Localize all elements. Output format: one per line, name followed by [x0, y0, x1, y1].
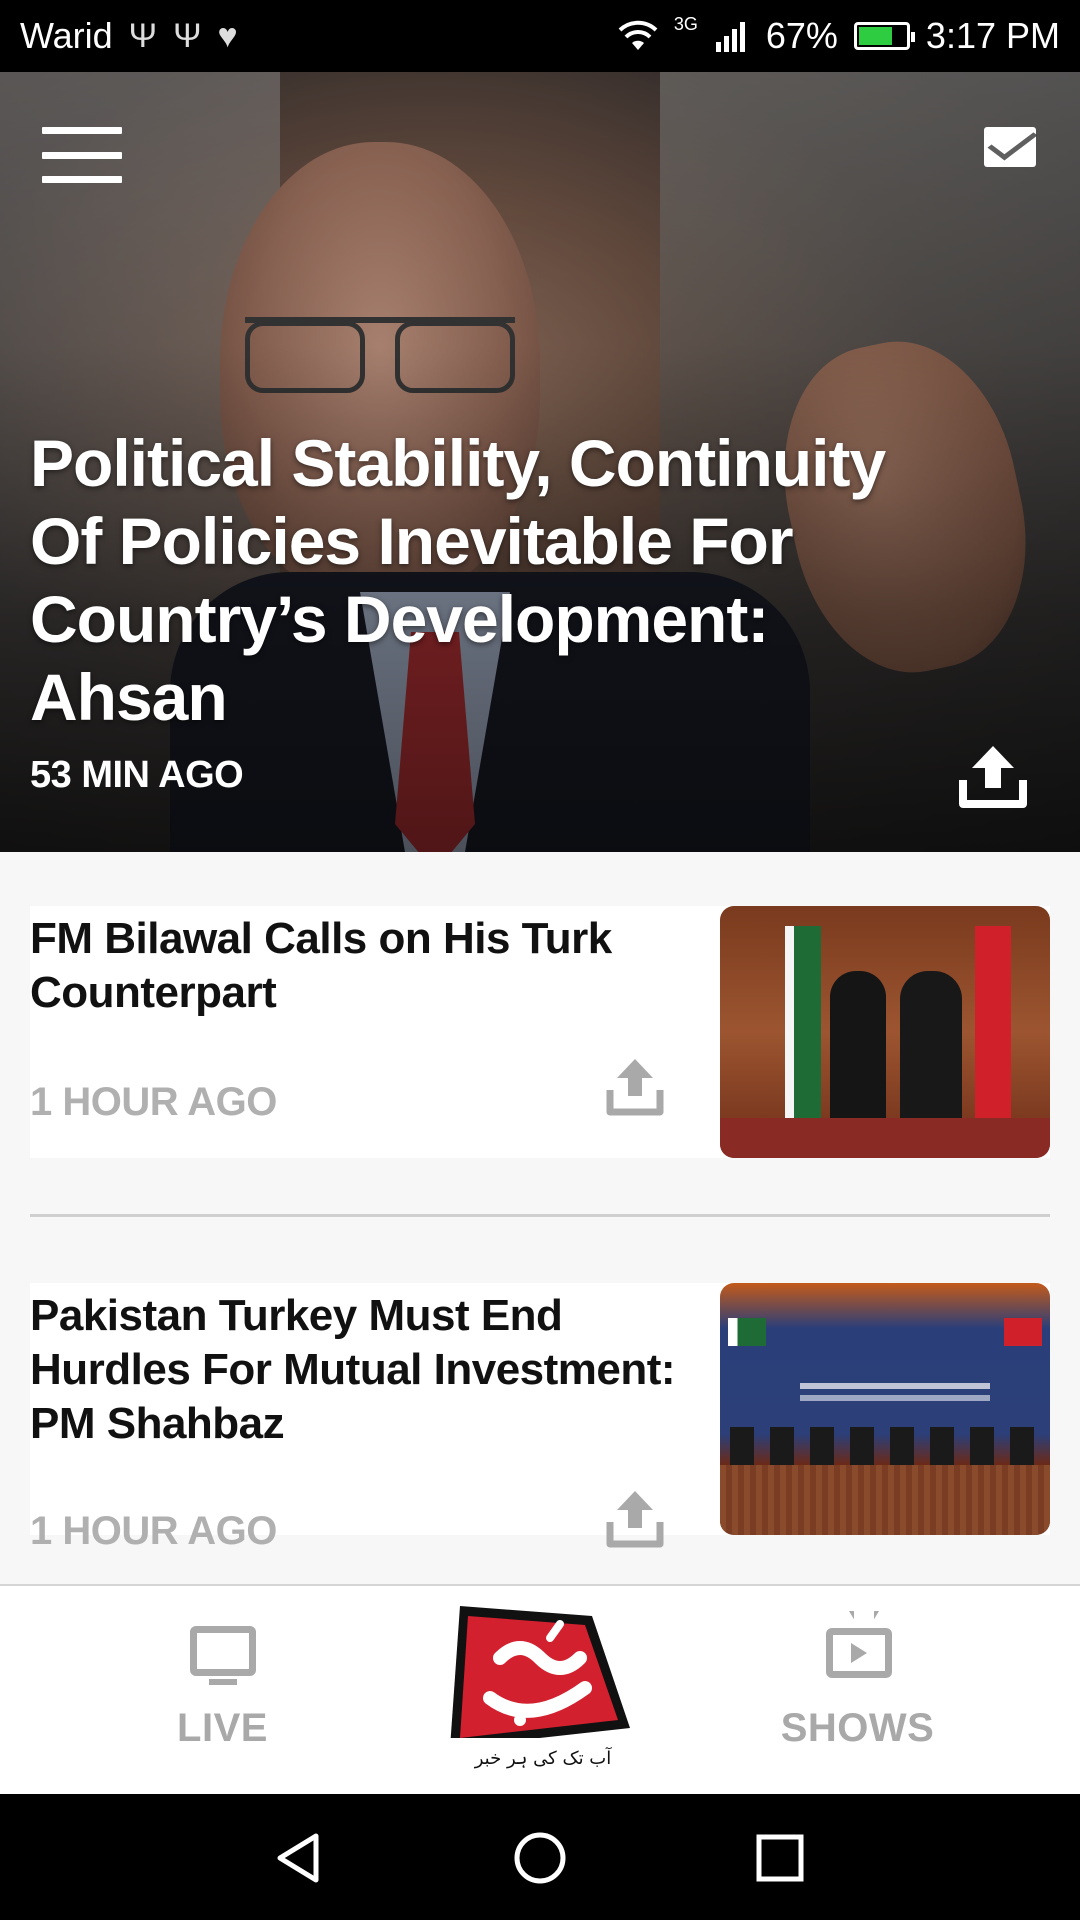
signal-icon [715, 22, 745, 52]
thumbnail-image[interactable] [720, 1283, 1050, 1535]
thumbnail-image[interactable] [720, 906, 1050, 1158]
carrier-name: Warid [20, 15, 113, 56]
pakistan-flag [785, 926, 821, 1126]
logo-tagline: آب تک کی ہر خبر [474, 1748, 612, 1769]
logo-emblem [420, 1606, 660, 1758]
abbtakk-logo[interactable]: آب تک کی ہر خبر [420, 1598, 660, 1778]
back-icon[interactable] [272, 1830, 328, 1886]
status-bar: Warid Ψ Ψ ♥ 3G 67% 3:17 PM [0, 0, 1080, 72]
mail-icon[interactable] [984, 127, 1036, 167]
share-upload-icon[interactable] [605, 1488, 665, 1548]
shows-tv-icon [826, 1628, 892, 1678]
nav-label-live: LIVE [177, 1706, 268, 1750]
home-icon[interactable] [512, 1830, 568, 1886]
hero-headline[interactable]: Political Stability, Continuity Of Polic… [30, 424, 970, 736]
banner-text-lines [800, 1383, 990, 1389]
status-bar-right: 3G 67% 3:17 PM [618, 13, 1060, 57]
article-title[interactable]: FM Bilawal Calls on His Turk Counterpart [30, 912, 690, 1020]
turkey-flag [1004, 1318, 1042, 1346]
nav-live[interactable]: LIVE [150, 1586, 295, 1796]
usb-icon: Ψ [173, 16, 202, 55]
wifi-icon [618, 20, 658, 50]
battery-percent: 67% [765, 15, 838, 56]
recents-icon[interactable] [752, 1830, 808, 1886]
app-screen: Warid Ψ Ψ ♥ 3G 67% 3:17 PM Political Sta… [0, 0, 1080, 1920]
clock: 3:17 PM [925, 15, 1060, 56]
conference-table [720, 1465, 1050, 1535]
tv-icon [190, 1626, 256, 1685]
share-upload-icon[interactable] [958, 742, 1028, 808]
article-title[interactable]: Pakistan Turkey Must End Hurdles For Mut… [30, 1289, 690, 1451]
hero-article[interactable]: Political Stability, Continuity Of Polic… [0, 72, 1080, 852]
battery-icon [853, 22, 915, 50]
system-navigation-bar [0, 1794, 1080, 1920]
hamburger-menu-icon[interactable] [42, 127, 122, 183]
article-timestamp: 1 HOUR AGO [30, 1509, 277, 1553]
share-upload-icon[interactable] [605, 1056, 665, 1116]
divider [30, 1214, 1050, 1217]
turkey-flag [975, 926, 1011, 1126]
pakistan-flag [728, 1318, 766, 1346]
people-row [730, 1427, 1040, 1467]
network-type: 3G [673, 13, 698, 34]
list-item[interactable]: FM Bilawal Calls on His Turk Counterpart… [30, 906, 1050, 1158]
news-list: FM Bilawal Calls on His Turk Counterpart… [0, 852, 1080, 1584]
status-bar-left: Warid Ψ Ψ ♥ [20, 15, 238, 57]
list-item[interactable]: Pakistan Turkey Must End Hurdles For Mut… [30, 1283, 1050, 1553]
health-icon: ♥ [217, 16, 238, 55]
hero-timestamp: 53 MIN AGO [30, 754, 244, 796]
article-timestamp: 1 HOUR AGO [30, 1080, 277, 1124]
floor [720, 1118, 1050, 1158]
usb-icon: Ψ [128, 16, 158, 55]
nav-shows[interactable]: SHOWS [770, 1586, 945, 1796]
nav-label-shows: SHOWS [780, 1706, 935, 1750]
